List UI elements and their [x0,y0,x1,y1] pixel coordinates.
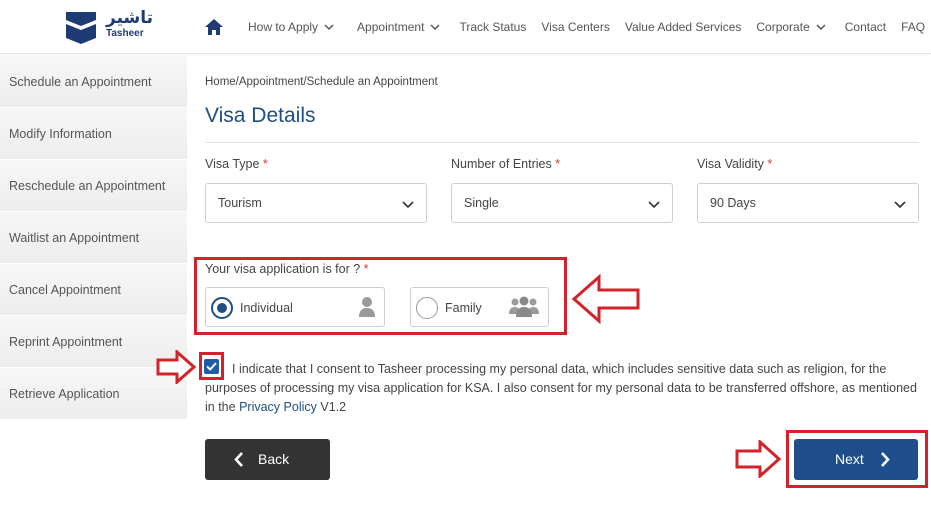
required-mark: * [262,157,268,171]
visa-type-select[interactable]: Tourism [205,183,427,223]
nav-contact[interactable]: Contact [845,20,886,34]
nav-appointment[interactable]: Appointment [357,20,440,34]
chevron-down-icon [430,24,440,31]
sidebar-item-reschedule[interactable]: Reschedule an Appointment [0,160,187,212]
tasheer-logo[interactable]: تاشير Tasheer [62,8,153,48]
nav-label: How to Apply [248,20,319,34]
divider [205,142,919,143]
validity-label: Visa Validity * [697,157,772,171]
entries-label-text: Number of Entries [451,157,552,171]
chevron-right-icon [881,452,890,467]
nav-label: Value Added Services [624,20,742,34]
nav-value-added-services[interactable]: Value Added Services [625,20,742,34]
consent-text: I indicate that I consent to Tasheer pro… [205,360,917,417]
sidebar-item-schedule[interactable]: Schedule an Appointment [0,56,187,108]
tasheer-emblem-icon [66,12,96,44]
nav-label: Contact [844,20,887,34]
validity-select[interactable]: 90 Days [697,183,919,223]
entries-select[interactable]: Single [451,183,673,223]
group-icon [509,296,539,317]
radio-button-selected[interactable] [211,297,233,319]
back-button-label: Back [258,451,290,467]
next-button[interactable]: Next [794,439,918,480]
radio-family-label: Family [445,301,482,315]
sidebar-item-cancel[interactable]: Cancel Appointment [0,264,187,316]
logo-english-text: Tasheer [106,28,144,39]
radio-button[interactable] [416,297,438,319]
nav-corporate[interactable]: Corporate [756,20,826,34]
main-nav: How to Apply Appointment Track Status Vi… [248,20,925,34]
chevron-down-icon [894,201,906,209]
back-button[interactable]: Back [205,439,330,480]
nav-label: FAQ [901,20,926,34]
application-for-label: Your visa application is for ? * [205,262,369,276]
nav-how-to-apply[interactable]: How to Apply [248,20,334,34]
entries-value: Single [464,196,499,210]
validity-value: 90 Days [710,196,756,210]
sidebar-item-waitlist[interactable]: Waitlist an Appointment [0,212,187,264]
sidebar-item-label: Schedule an Appointment [9,74,152,89]
privacy-policy-link[interactable]: Privacy Policy [239,400,317,414]
radio-individual[interactable]: Individual [205,287,385,327]
required-mark: * [555,157,561,171]
nav-faq[interactable]: FAQ [901,20,925,34]
sidebar-item-label: Cancel Appointment [9,282,121,297]
chevron-down-icon [402,201,414,209]
visa-type-label: Visa Type * [205,157,268,171]
entries-label: Number of Entries * [451,157,560,171]
person-icon [359,297,375,317]
required-mark: * [363,262,369,276]
logo-arabic-text: تاشير [106,8,153,28]
sidebar-item-modify[interactable]: Modify Information [0,108,187,160]
breadcrumb[interactable]: Home/Appointment/Schedule an Appointment [205,76,438,88]
radio-family[interactable]: Family [410,287,549,327]
application-for-text: Your visa application is for ? [205,262,361,276]
required-mark: * [767,157,773,171]
chevron-left-icon [234,452,243,467]
annotation-arrow-left-icon [571,274,640,324]
sidebar-item-label: Waitlist an Appointment [9,230,140,245]
radio-individual-label: Individual [240,301,293,315]
nav-label: Appointment [357,20,425,34]
policy-version: V1.2 [320,400,347,414]
visa-type-label-text: Visa Type [205,157,260,171]
sidebar-item-label: Modify Information [9,126,112,141]
sidebar-item-label: Reprint Appointment [9,334,123,349]
nav-visa-centers[interactable]: Visa Centers [541,20,609,34]
chevron-down-icon [816,24,826,31]
next-button-label: Next [835,451,864,467]
visa-type-value: Tourism [218,196,262,210]
sidebar-item-label: Reschedule an Appointment [9,178,166,193]
site-header: تاشير Tasheer How to Apply Appointment T… [0,0,931,54]
annotation-arrow-right-icon [735,440,782,478]
page-title: Visa Details [205,104,316,127]
sidebar-item-label: Retrieve Application [9,386,120,401]
home-icon[interactable] [204,17,224,37]
nav-label: Corporate [756,20,810,34]
nav-label: Visa Centers [541,20,610,34]
chevron-down-icon [648,201,660,209]
nav-label: Track Status [459,20,527,34]
annotation-arrow-right-icon [156,350,197,384]
chevron-down-icon [324,24,334,31]
nav-track-status[interactable]: Track Status [459,20,526,34]
validity-label-text: Visa Validity [697,157,764,171]
